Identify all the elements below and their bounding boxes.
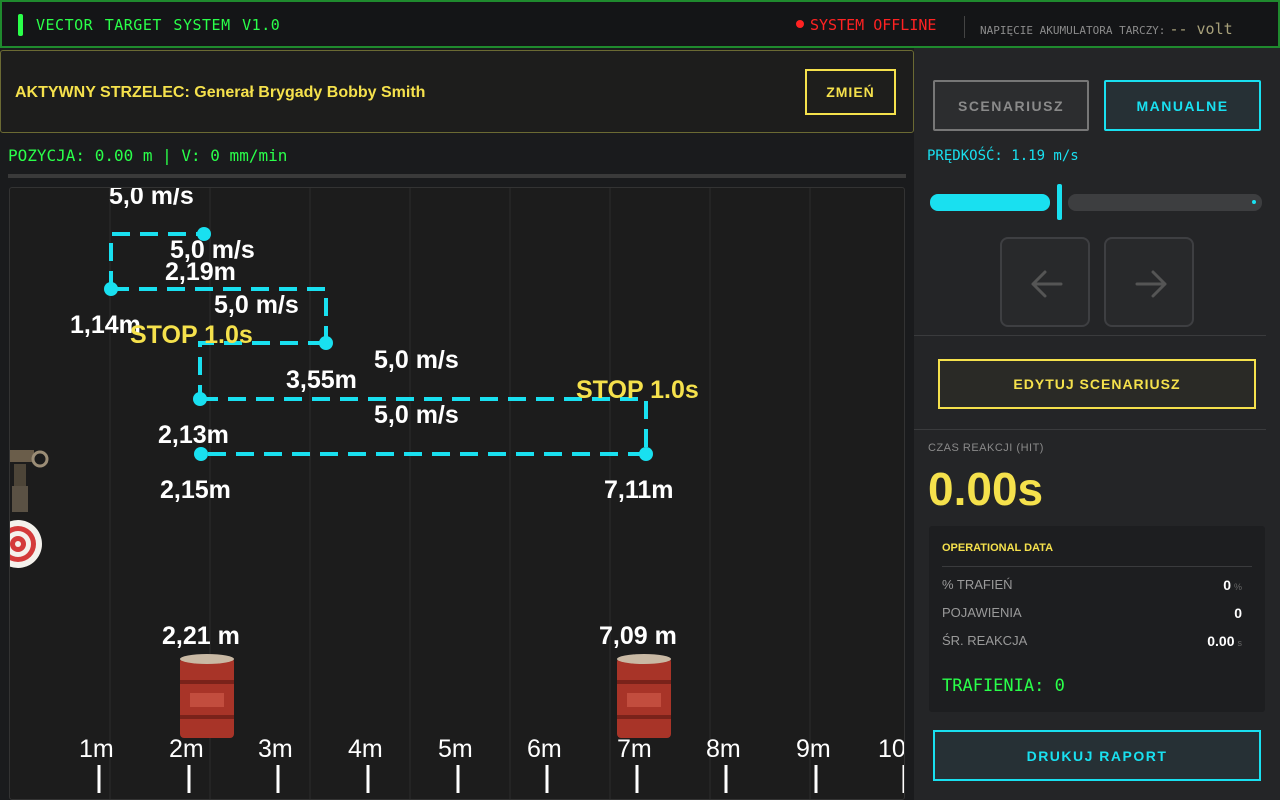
range-view[interactable]: 5,0 m/s 5,0 m/s 2,19m 5,0 m/s 1,14m STOP… <box>9 187 905 800</box>
stat-value: 0 <box>1234 605 1242 621</box>
control-panel: SCENARIUSZ MANUALNE PRĘDKOŚĆ: 1.19 m/s E… <box>914 48 1280 800</box>
axis-tick-label: 3m <box>258 735 293 763</box>
change-shooter-button[interactable]: ZMIEŃ <box>805 69 896 115</box>
speed-slider-track[interactable] <box>1068 194 1262 211</box>
barrel-label: 7,09 m <box>599 622 677 650</box>
speed-slider-fill <box>930 194 1050 211</box>
stop-label: STOP 1.0s <box>576 376 699 404</box>
stat-label: % TRAFIEŃ <box>942 577 1013 592</box>
status-dot-icon <box>796 20 804 28</box>
app-title: VECTOR TARGET SYSTEM V1.0 <box>36 16 281 34</box>
axis-tick-label: 8m <box>706 735 741 763</box>
axis-tick-label: 7m <box>617 735 652 763</box>
stat-label: ŚR. REAKCJA <box>942 633 1028 648</box>
path-label: 2,15m <box>160 476 231 504</box>
header-divider <box>964 16 965 38</box>
axis-tick-label: 6m <box>527 735 562 763</box>
position-readout: POZYCJA: 0.00 m | V: 0 mm/min <box>8 146 288 165</box>
arrow-left-icon <box>1031 270 1063 298</box>
operational-data-panel: OPERATIONAL DATA % TRAFIEŃ 0% POJAWIENIA… <box>929 526 1265 712</box>
system-status: SYSTEM OFFLINE <box>796 16 936 34</box>
stat-row: ŚR. REAKCJA 0.00 s <box>942 633 1250 649</box>
axis-tick-label: 5m <box>438 735 473 763</box>
path-label: 5,0 m/s <box>374 346 459 374</box>
target-icon[interactable] <box>10 450 49 568</box>
stat-unit: % <box>1233 582 1242 592</box>
position-track <box>8 174 906 178</box>
active-shooter-panel: AKTYWNY STRZELEC: Generał Brygady Bobby … <box>0 50 914 133</box>
top-header: VECTOR TARGET SYSTEM V1.0 SYSTEM OFFLINE… <box>0 0 1280 48</box>
path-label: 5,0 m/s <box>214 291 299 319</box>
barrel-icon[interactable] <box>180 654 234 738</box>
print-report-button[interactable]: DRUKUJ RAPORT <box>933 730 1261 781</box>
path-label: 3,55m <box>286 366 357 394</box>
axis-tick-label: 9m <box>796 735 831 763</box>
section-divider <box>914 429 1266 430</box>
manual-mode-button[interactable]: MANUALNE <box>1104 80 1261 131</box>
arrow-right-icon <box>1135 270 1167 298</box>
active-shooter-label: AKTYWNY STRZELEC: Generał Brygady Bobby … <box>15 84 426 101</box>
reaction-time-value: 0.00s <box>928 463 1044 515</box>
operational-divider <box>942 566 1252 567</box>
path-label: 2,13m <box>158 421 229 449</box>
speed-slider[interactable] <box>930 184 1262 220</box>
speed-slider-thumb[interactable] <box>1057 184 1062 220</box>
slider-end-dot-icon <box>1252 200 1256 204</box>
system-status-text: SYSTEM OFFLINE <box>810 16 937 34</box>
move-left-button[interactable] <box>1000 237 1090 327</box>
section-divider <box>914 335 1266 336</box>
range-canvas: 5,0 m/s 5,0 m/s 2,19m 5,0 m/s 1,14m STOP… <box>10 188 905 799</box>
speed-label: PRĘDKOŚĆ: 1.19 m/s <box>927 148 1079 164</box>
stat-label: POJAWIENIA <box>942 605 1022 620</box>
stop-label: STOP 1.0s <box>130 321 253 349</box>
axis-tick-label: 4m <box>348 735 383 763</box>
axis-tick-label: 2m <box>169 735 204 763</box>
scenario-mode-button[interactable]: SCENARIUSZ <box>933 80 1089 131</box>
stat-unit: s <box>1237 638 1243 648</box>
barrel-icon[interactable] <box>617 654 671 738</box>
battery-label: NAPIĘCIE AKUMULATORA TARCZY: <box>980 24 1166 37</box>
operational-data-title: OPERATIONAL DATA <box>942 542 1054 554</box>
path-label: 7,11m <box>604 476 674 504</box>
battery-value: -- volt <box>1169 20 1233 38</box>
stat-value: 0 <box>1223 577 1231 593</box>
stat-row: POJAWIENIA 0 <box>942 605 1250 621</box>
stat-value: 0.00 <box>1207 633 1235 649</box>
axis-tick-label: 10 <box>878 735 905 763</box>
header-accent-bar <box>18 14 23 36</box>
battery-readout: NAPIĘCIE AKUMULATORA TARCZY: -- volt <box>980 20 1233 38</box>
path-label: 2,19m <box>165 258 236 286</box>
move-right-button[interactable] <box>1104 237 1194 327</box>
stat-row: % TRAFIEŃ 0% <box>942 577 1250 593</box>
axis-tick-label: 1m <box>79 735 114 763</box>
barrel-label: 2,21 m <box>162 622 240 650</box>
path-label: 5,0 m/s <box>109 188 194 210</box>
axis-ticks <box>97 765 904 793</box>
path-label: 5,0 m/s <box>374 401 459 429</box>
hits-counter: TRAFIENIA: 0 <box>942 676 1065 696</box>
reaction-time-label: CZAS REAKCJI (HIT) <box>928 442 1044 454</box>
edit-scenario-button[interactable]: EDYTUJ SCENARIUSZ <box>938 359 1256 409</box>
